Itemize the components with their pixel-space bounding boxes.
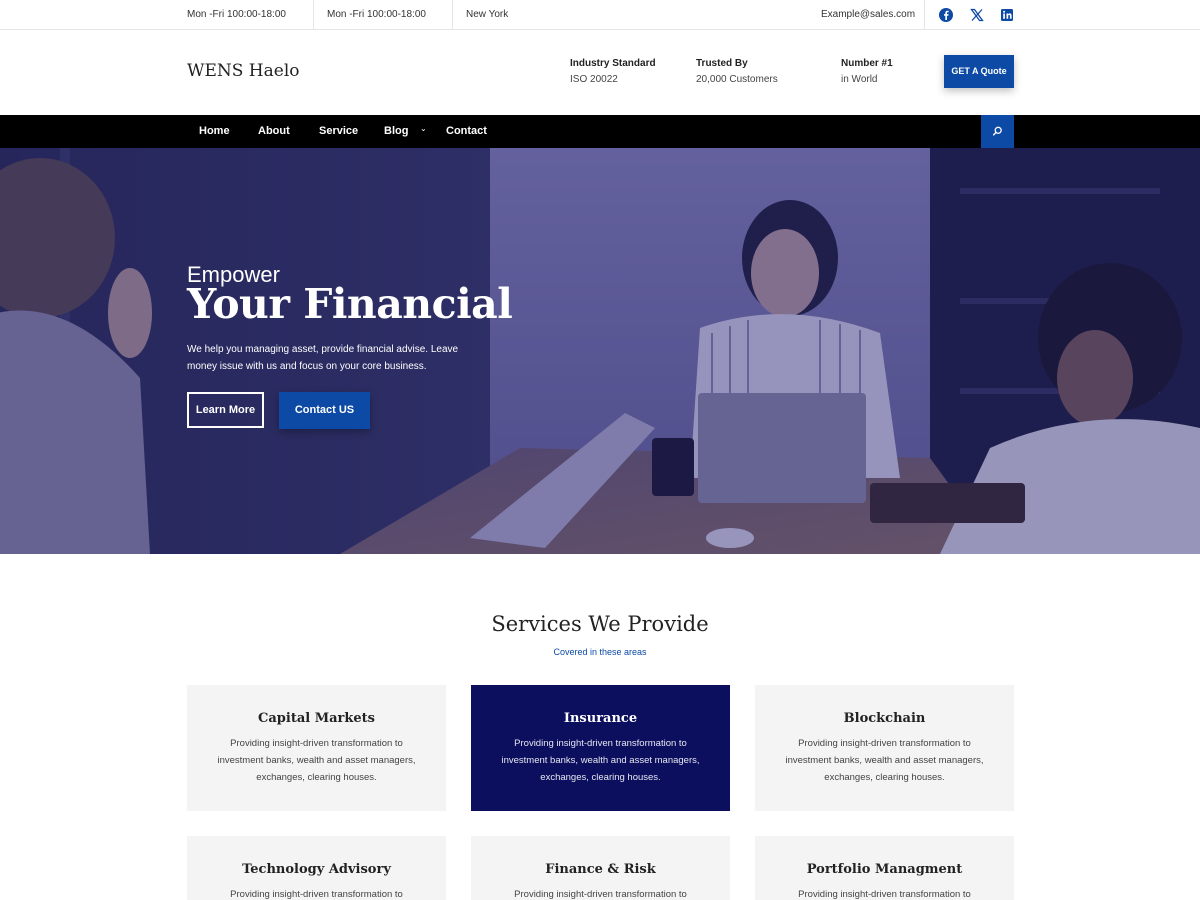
service-card-title: Technology Advisory	[242, 862, 391, 877]
service-card-portfolio-managment[interactable]: Portfolio Managment Providing insight-dr…	[755, 836, 1014, 900]
service-card-capital-markets[interactable]: Capital Markets Providing insight-driven…	[187, 685, 446, 811]
services-subtitle: Covered in these areas	[553, 647, 647, 657]
info-trusted-by: Trusted By 20,000 Customers	[696, 58, 778, 85]
info-title: Number #1	[841, 58, 893, 69]
service-card-description: Providing insight-driven transformation …	[514, 889, 687, 900]
service-card-description: Providing insight-driven transformation …	[785, 738, 984, 783]
x-twitter-icon[interactable]	[969, 7, 985, 23]
hero-overlay	[0, 148, 1200, 554]
site-header: WENS Haelo Industry Standard ISO 20022 T…	[0, 30, 1200, 115]
service-card-description: Providing insight-driven transformation …	[501, 738, 700, 783]
linkedin-icon[interactable]	[999, 7, 1015, 23]
info-value: in World	[841, 74, 878, 85]
search-icon	[992, 126, 1002, 136]
service-card-title: Finance & Risk	[545, 862, 656, 877]
site-logo[interactable]: WENS Haelo	[187, 61, 300, 81]
service-card-title: Blockchain	[843, 711, 926, 726]
get-quote-button[interactable]: GET A Quote	[944, 55, 1014, 88]
contact-us-button[interactable]: Contact US	[279, 392, 370, 429]
business-hours: Mon -Fri 100:00-18:00	[187, 9, 286, 20]
service-card-title: Capital Markets	[258, 711, 375, 726]
chevron-down-icon[interactable]: ⌄	[420, 124, 427, 133]
service-card-description: Providing insight-driven transformation …	[217, 738, 416, 783]
location-text: New York	[466, 9, 509, 20]
info-title: Industry Standard	[570, 58, 656, 69]
search-button[interactable]	[981, 115, 1014, 148]
nav-item-service[interactable]: Service	[319, 125, 358, 137]
divider	[313, 0, 314, 30]
info-value: ISO 20022	[570, 74, 618, 85]
top-bar: Mon -Fri 100:00-18:00 Mon -Fri 100:00-18…	[0, 0, 1200, 30]
divider	[452, 0, 453, 30]
nav-item-home[interactable]: Home	[199, 125, 230, 137]
service-card-title: Portfolio Managment	[806, 862, 963, 877]
nav-item-contact[interactable]: Contact	[446, 125, 487, 137]
info-title: Trusted By	[696, 58, 748, 69]
nav-item-blog[interactable]: Blog	[384, 125, 408, 137]
facebook-icon[interactable]	[938, 7, 954, 23]
learn-more-button[interactable]: Learn More	[187, 392, 264, 428]
hero-headline: Your Financial	[187, 280, 513, 328]
hero-description: We help you managing asset, provide fina…	[187, 344, 459, 372]
hero-section: Empower Your Financial We help you manag…	[0, 148, 1200, 554]
email-link[interactable]: Example@sales.com	[821, 9, 915, 20]
info-number-one: Number #1 in World	[841, 58, 893, 85]
service-card-finance-risk[interactable]: Finance & Risk Providing insight-driven …	[471, 836, 730, 900]
service-card-description: Providing insight-driven transformation …	[230, 889, 403, 900]
divider	[924, 0, 925, 30]
service-card-description: Providing insight-driven transformation …	[798, 889, 971, 900]
info-industry-standard: Industry Standard ISO 20022	[570, 58, 656, 85]
nav-item-about[interactable]: About	[258, 125, 290, 137]
service-card-blockchain[interactable]: Blockchain Providing insight-driven tran…	[755, 685, 1014, 811]
services-title: Services We Provide	[491, 612, 709, 636]
main-nav: Home About Service Blog ⌄ Contact	[0, 115, 1200, 148]
business-hours-secondary: Mon -Fri 100:00-18:00	[327, 9, 426, 20]
service-card-title: Insurance	[563, 711, 638, 726]
service-card-technology-advisory[interactable]: Technology Advisory Providing insight-dr…	[187, 836, 446, 900]
info-value: 20,000 Customers	[696, 74, 778, 85]
service-card-insurance[interactable]: Insurance Providing insight-driven trans…	[471, 685, 730, 811]
